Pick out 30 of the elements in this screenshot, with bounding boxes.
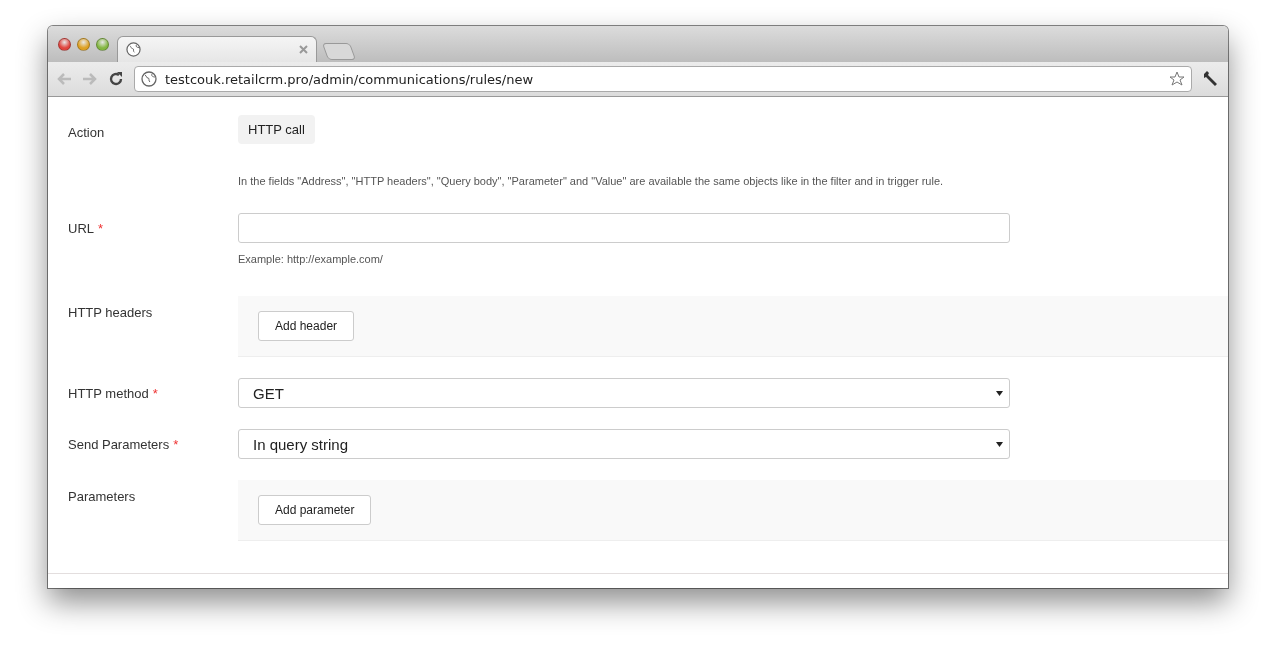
field-label: HTTP headers [68, 305, 153, 320]
zoom-window-button[interactable] [96, 38, 109, 51]
field-label: Action [68, 125, 105, 140]
required-asterisk: * [98, 221, 104, 236]
select-field[interactable]: In query string [238, 429, 1010, 459]
select-field[interactable]: GET [238, 378, 1010, 408]
star-icon[interactable] [1169, 71, 1185, 87]
add-button[interactable]: Add parameter [258, 495, 372, 525]
field-hint: Example: http://example.com/ [238, 253, 383, 265]
add-button[interactable]: Add header [258, 311, 355, 341]
url-input-field[interactable] [238, 213, 1010, 243]
browser-tab[interactable] [117, 36, 317, 62]
dropdown-caret-icon [996, 441, 1003, 447]
address-text: testcouk.retailcrm.pro/admin/communications/rules/new [165, 71, 535, 87]
action-value: HTTP call [238, 115, 315, 144]
required-asterisk: * [173, 437, 179, 452]
forward-arrow-icon[interactable] [82, 72, 98, 86]
field-label: URL [68, 221, 94, 236]
field-label: Send Parameters [68, 437, 170, 452]
close-window-button[interactable] [58, 38, 71, 51]
info-note: In the fields "Address", "HTTP headers", "Query body", "Parameter" and "Value" are available the same objects like in the filter and in trigger rule. [238, 175, 945, 187]
required-asterisk: * [152, 386, 158, 401]
back-arrow-icon[interactable] [56, 72, 72, 86]
minimize-window-button[interactable] [77, 38, 90, 51]
close-tab-icon[interactable] [299, 45, 308, 54]
dropdown-caret-icon [996, 390, 1003, 396]
reload-icon[interactable] [108, 71, 124, 87]
address-bar[interactable]: testcouk.retailcrm.pro/admin/communications/rules/new [134, 66, 1192, 92]
field-label: Parameters [68, 489, 136, 504]
field-label: HTTP method [68, 386, 149, 401]
